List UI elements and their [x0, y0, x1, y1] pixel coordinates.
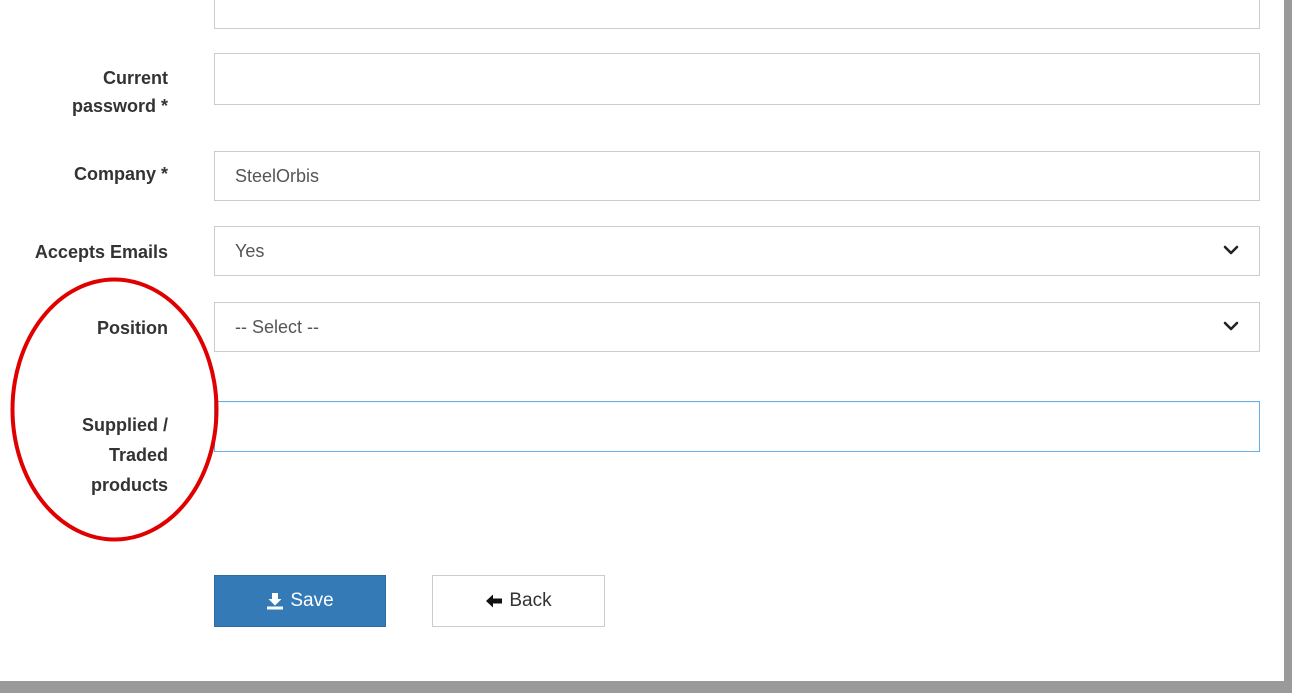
save-button[interactable]: Save	[214, 575, 386, 627]
accepts-emails-value: Yes	[235, 240, 265, 261]
chevron-down-icon	[1223, 245, 1239, 255]
save-button-label: Save	[290, 590, 334, 611]
back-button[interactable]: Back	[432, 575, 605, 627]
company-input[interactable]: SteelOrbis	[214, 151, 1260, 201]
position-label: Position	[97, 318, 168, 338]
current-password-label: Current password *	[71, 68, 168, 116]
supplied-traded-products-label: Supplied / Traded products	[81, 415, 168, 495]
back-button-label: Back	[509, 590, 552, 611]
arrow-left-icon	[486, 594, 503, 608]
edit-profile-form: Current password * Company * SteelOrbis …	[0, 0, 1294, 693]
company-label: Company *	[73, 164, 168, 184]
company-value: SteelOrbis	[235, 165, 320, 186]
page-shadow-bottom	[0, 681, 1292, 693]
top-field[interactable]	[214, 0, 1260, 29]
download-icon	[267, 593, 284, 610]
position-value: -- Select --	[235, 316, 320, 337]
chevron-down-icon	[1223, 321, 1239, 331]
supplied-traded-products-input[interactable]	[214, 401, 1260, 452]
page-shadow-right	[1284, 0, 1292, 693]
accepts-emails-select[interactable]: Yes	[214, 226, 1260, 276]
current-password-input[interactable]	[214, 53, 1260, 105]
accepts-emails-label: Accepts Emails	[34, 242, 168, 262]
position-select[interactable]: -- Select --	[214, 302, 1260, 352]
